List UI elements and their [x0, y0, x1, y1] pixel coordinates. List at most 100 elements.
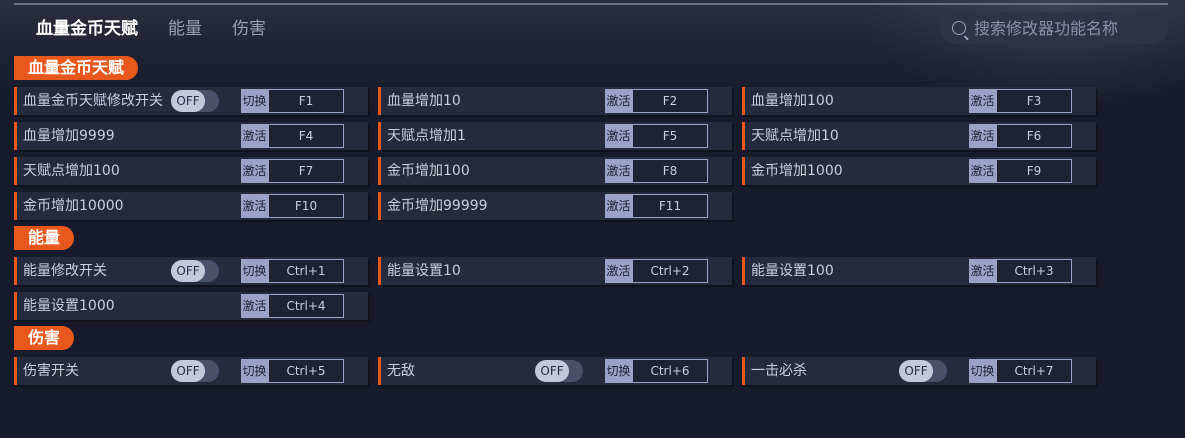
toggle-switch[interactable]: OFF [535, 360, 583, 382]
cheat-name: 天赋点增加100 [23, 163, 120, 179]
cheat-item: 伤害开关 OFF 切换 Ctrl+5 [14, 357, 368, 385]
cheat-item: 一击必杀 OFF 切换 Ctrl+7 [742, 357, 1096, 385]
search-box[interactable] [940, 12, 1168, 44]
hotkey-control[interactable]: 切换 Ctrl+6 [605, 359, 708, 383]
hotkey-field[interactable]: Ctrl+3 [996, 259, 1072, 283]
hotkey-control[interactable]: 激活 F8 [605, 159, 708, 183]
hotkey-field[interactable]: Ctrl+1 [268, 259, 344, 283]
toggle-state: OFF [899, 360, 933, 382]
hotkey-field[interactable]: Ctrl+2 [632, 259, 708, 283]
toggle-state: OFF [171, 260, 205, 282]
cheat-name: 天赋点增加1 [387, 128, 466, 144]
cheat-item: 能量修改开关 OFF 切换 Ctrl+1 [14, 257, 368, 285]
action-type-label[interactable]: 激活 [605, 194, 632, 218]
hotkey-field[interactable]: F7 [268, 159, 344, 183]
hotkey-control[interactable]: 激活 F7 [241, 159, 344, 183]
cheat-item: 血量金币天赋修改开关 OFF 切换 F1 [14, 87, 368, 115]
cheat-name: 能量设置1000 [23, 298, 115, 314]
tab-energy[interactable]: 能量 [168, 14, 202, 44]
action-type-label[interactable]: 激活 [969, 259, 996, 283]
cheat-name: 金币增加10000 [23, 198, 124, 214]
action-type-label[interactable]: 激活 [241, 159, 268, 183]
cheat-item: 金币增加10000 激活 F10 [14, 192, 368, 220]
hotkey-control[interactable]: 激活 F4 [241, 124, 344, 148]
category-tabs: 血量金币天赋 能量 伤害 [22, 14, 296, 44]
cheat-item: 金币增加1000 激活 F9 [742, 157, 1096, 185]
hotkey-field[interactable]: F3 [996, 89, 1072, 113]
action-type-label[interactable]: 切换 [241, 359, 268, 383]
hotkey-field[interactable]: Ctrl+5 [268, 359, 344, 383]
hotkey-control[interactable]: 激活 F9 [969, 159, 1072, 183]
cheat-name: 伤害开关 [23, 363, 79, 379]
action-type-label[interactable]: 切换 [241, 89, 268, 113]
action-type-label[interactable]: 切换 [605, 359, 632, 383]
hotkey-control[interactable]: 激活 Ctrl+4 [241, 294, 344, 318]
hotkey-field[interactable]: F10 [268, 194, 344, 218]
cheat-item: 天赋点增加10 激活 F6 [742, 122, 1096, 150]
toggle-switch[interactable]: OFF [899, 360, 947, 382]
action-type-label[interactable]: 激活 [969, 159, 996, 183]
hotkey-field[interactable]: F2 [632, 89, 708, 113]
tab-health-gold-talent[interactable]: 血量金币天赋 [36, 14, 138, 44]
hotkey-field[interactable]: F9 [996, 159, 1072, 183]
action-type-label[interactable]: 激活 [605, 89, 632, 113]
hotkey-control[interactable]: 切换 Ctrl+1 [241, 259, 344, 283]
hotkey-control[interactable]: 激活 F5 [605, 124, 708, 148]
hotkey-field[interactable]: Ctrl+6 [632, 359, 708, 383]
action-type-label[interactable]: 激活 [241, 294, 268, 318]
section-label: 血量金币天赋 [14, 56, 139, 80]
action-type-label[interactable]: 切换 [969, 359, 996, 383]
cheat-name: 血量金币天赋修改开关 [23, 93, 163, 109]
cheat-name: 血量增加10 [387, 93, 461, 109]
hotkey-control[interactable]: 激活 Ctrl+2 [605, 259, 708, 283]
search-input[interactable] [974, 18, 1164, 38]
hotkey-field[interactable]: F8 [632, 159, 708, 183]
hotkey-control[interactable]: 激活 F2 [605, 89, 708, 113]
action-type-label[interactable]: 切换 [241, 259, 268, 283]
hotkey-control[interactable]: 激活 F3 [969, 89, 1072, 113]
cheat-name: 血量增加9999 [23, 128, 115, 144]
top-divider [14, 3, 1168, 5]
hotkey-control[interactable]: 激活 F10 [241, 194, 344, 218]
cheat-item: 血量增加100 激活 F3 [742, 87, 1096, 115]
cheat-item: 血量增加10 激活 F2 [378, 87, 732, 115]
cheat-item: 金币增加99999 激活 F11 [378, 192, 732, 220]
cheat-item: 天赋点增加1 激活 F5 [378, 122, 732, 150]
hotkey-control[interactable]: 激活 Ctrl+3 [969, 259, 1072, 283]
action-type-label[interactable]: 激活 [605, 159, 632, 183]
cheat-item: 能量设置10 激活 Ctrl+2 [378, 257, 732, 285]
cheat-item: 金币增加100 激活 F8 [378, 157, 732, 185]
hotkey-field[interactable]: Ctrl+7 [996, 359, 1072, 383]
hotkey-field[interactable]: F4 [268, 124, 344, 148]
tab-damage[interactable]: 伤害 [232, 14, 266, 44]
hotkey-control[interactable]: 切换 Ctrl+5 [241, 359, 344, 383]
hotkey-control[interactable]: 切换 F1 [241, 89, 344, 113]
hotkey-control[interactable]: 激活 F11 [605, 194, 708, 218]
cheat-name: 天赋点增加10 [751, 128, 839, 144]
hotkey-field[interactable]: F1 [268, 89, 344, 113]
toggle-switch[interactable]: OFF [171, 360, 219, 382]
action-type-label[interactable]: 激活 [605, 124, 632, 148]
toggle-switch[interactable]: OFF [171, 260, 219, 282]
hotkey-control[interactable]: 切换 Ctrl+7 [969, 359, 1072, 383]
cheat-name: 血量增加100 [751, 93, 834, 109]
hotkey-field[interactable]: F6 [996, 124, 1072, 148]
hotkey-field[interactable]: Ctrl+4 [268, 294, 344, 318]
section-label: 伤害 [14, 326, 75, 350]
search-icon [952, 21, 966, 35]
hotkey-field[interactable]: F11 [632, 194, 708, 218]
toggle-state: OFF [171, 360, 205, 382]
section-label: 能量 [14, 226, 75, 250]
hotkey-control[interactable]: 激活 F6 [969, 124, 1072, 148]
cheat-name: 金币增加100 [387, 163, 470, 179]
action-type-label[interactable]: 激活 [241, 124, 268, 148]
action-type-label[interactable]: 激活 [241, 194, 268, 218]
action-type-label[interactable]: 激活 [969, 89, 996, 113]
toggle-switch[interactable]: OFF [171, 90, 219, 112]
cheat-item: 无敌 OFF 切换 Ctrl+6 [378, 357, 732, 385]
cheat-name: 能量设置100 [751, 263, 834, 279]
action-type-label[interactable]: 激活 [969, 124, 996, 148]
hotkey-field[interactable]: F5 [632, 124, 708, 148]
toggle-state: OFF [535, 360, 569, 382]
action-type-label[interactable]: 激活 [605, 259, 632, 283]
